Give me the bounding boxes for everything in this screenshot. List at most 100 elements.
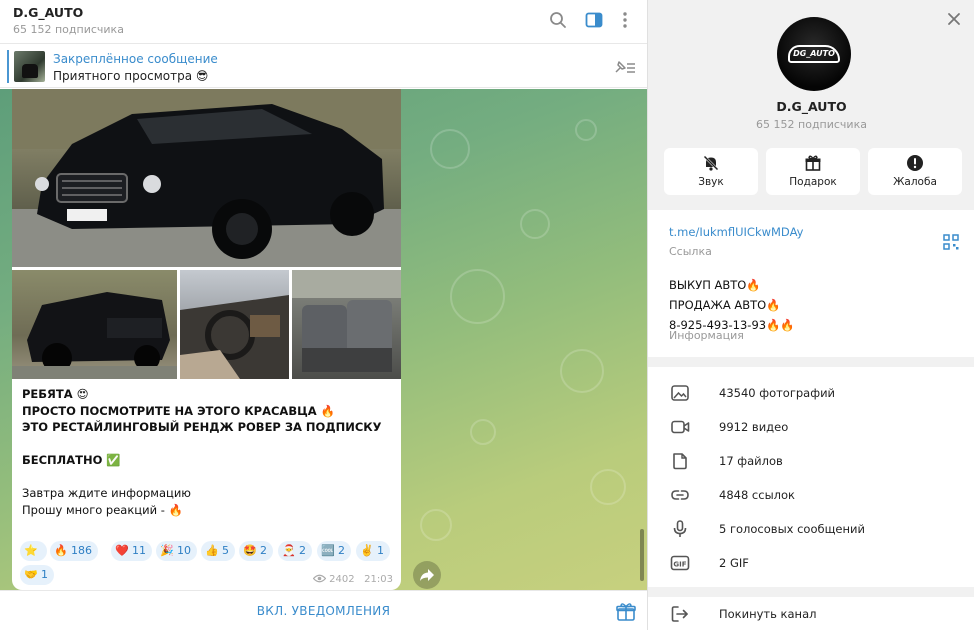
channel-avatar[interactable]: DG_AUTO <box>777 17 851 91</box>
leave-label: Покинуть канал <box>719 607 817 621</box>
mute-button[interactable]: Звук <box>664 148 758 195</box>
chat-scrollbar[interactable] <box>640 529 644 581</box>
reaction-victory[interactable]: ✌️ 1 <box>356 541 390 561</box>
reaction-count: 11 <box>132 544 146 557</box>
wallpaper-doodle <box>450 269 505 324</box>
gift-icon <box>805 155 821 171</box>
media-row-voice[interactable]: 5 голосовых сообщений <box>648 512 974 546</box>
enable-notifications-button[interactable]: ВКЛ. УВЕДОМЛЕНИЯ <box>0 604 647 618</box>
post-line: БЕСПЛАТНО ✅ <box>22 453 121 467</box>
reaction-santa[interactable]: 🎅 2 <box>278 541 312 561</box>
reaction-star[interactable]: ⭐ <box>20 541 47 561</box>
pinned-message-bar[interactable]: Закреплённое сообщение Приятного просмот… <box>0 45 647 88</box>
reaction-cool[interactable]: 🆒 2 <box>317 541 351 561</box>
channel-link[interactable]: t.me/IukmflUICkwMDAy <box>669 225 803 239</box>
files-count: 17 файлов <box>719 454 783 468</box>
leave-channel-button[interactable]: Покинуть канал <box>648 597 974 630</box>
channel-info-panel: DG_AUTO D.G_AUTO 65 152 подписчика Звук … <box>647 0 974 630</box>
media-row-links[interactable]: 4848 ссылок <box>648 478 974 512</box>
reaction-emoji: ✌️ <box>360 544 374 557</box>
reaction-emoji: 🤝 <box>24 568 38 581</box>
subscriber-count: 65 152 подписчика <box>13 23 124 36</box>
post-photo-rear[interactable] <box>12 270 177 379</box>
post-line: РЕБЯТА 😍 <box>22 387 89 401</box>
reaction-count: 1 <box>41 568 48 581</box>
report-button[interactable]: Жалоба <box>868 148 962 195</box>
reaction-emoji: 👍 <box>205 544 219 557</box>
qr-code-icon[interactable] <box>943 234 959 250</box>
reaction-count: 10 <box>177 544 191 557</box>
videos-count: 9912 видео <box>719 420 789 434</box>
reaction-fire[interactable]: 🔥 186 <box>50 541 98 561</box>
pinned-text: Приятного просмотра 😎 <box>53 69 209 83</box>
shared-media-list: 43540 фотографий 9912 видео 17 файлов 48… <box>648 367 974 587</box>
reaction-star-struck[interactable]: 🤩 2 <box>239 541 273 561</box>
share-arrow-icon <box>420 569 434 581</box>
reaction-count: 1 <box>377 544 384 557</box>
reaction-emoji: 🎅 <box>282 544 296 557</box>
search-icon[interactable] <box>548 10 568 30</box>
sidebar-toggle-icon[interactable] <box>584 10 604 30</box>
wallpaper-doodle <box>420 509 452 541</box>
media-row-videos[interactable]: 9912 видео <box>648 410 974 444</box>
wallpaper-doodle <box>520 209 550 239</box>
media-row-gif[interactable]: GIF 2 GIF <box>648 546 974 580</box>
gift-label: Подарок <box>789 176 837 188</box>
post-text: РЕБЯТА 😍 ПРОСТО ПОСМОТРИТЕ НА ЭТОГО КРАС… <box>22 386 382 518</box>
reaction-handshake[interactable]: 🤝 1 <box>20 565 54 585</box>
panel-subscriber-count: 65 152 подписчика <box>756 118 867 131</box>
gif-count: 2 GIF <box>719 556 749 570</box>
link-caption: Ссылка <box>669 245 712 258</box>
chat-header[interactable]: D.G_AUTO 65 152 подписчика <box>0 0 647 44</box>
channel-info-section: t.me/IukmflUICkwMDAy Ссылка ВЫКУП АВТО🔥 … <box>648 210 974 357</box>
avatar-logo-text: DG_AUTO <box>793 49 835 58</box>
reaction-count: 2 <box>260 544 267 557</box>
post-photo-seats[interactable] <box>292 270 401 379</box>
media-row-files[interactable]: 17 файлов <box>648 444 974 478</box>
wallpaper-doodle <box>575 119 597 141</box>
post-line: Завтра ждите информацию <box>22 486 191 500</box>
car-rear-image <box>12 292 177 379</box>
share-button[interactable] <box>413 561 441 589</box>
post-photo-main[interactable] <box>12 89 401 267</box>
gift-button[interactable]: Подарок <box>766 148 860 195</box>
car-seats-image <box>292 270 401 372</box>
channel-post[interactable]: РЕБЯТА 😍 ПРОСТО ПОСМОТРИТЕ НА ЭТОГО КРАС… <box>12 89 401 590</box>
reaction-emoji: 🎉 <box>160 544 174 557</box>
reaction-emoji: 🤩 <box>243 544 257 557</box>
media-row-photos[interactable]: 43540 фотографий <box>648 376 974 410</box>
wallpaper-doodle <box>560 349 604 393</box>
panel-header: DG_AUTO D.G_AUTO 65 152 подписчика Звук … <box>648 0 974 208</box>
channel-description: ВЫКУП АВТО🔥 ПРОДАЖА АВТО🔥 8-925-493-13-9… <box>669 278 795 332</box>
reaction-count: 5 <box>222 544 229 557</box>
reaction-party[interactable]: 🎉 10 <box>156 541 197 561</box>
chat-wallpaper: РЕБЯТА 😍 ПРОСТО ПОСМОТРИТЕ НА ЭТОГО КРАС… <box>0 89 647 590</box>
close-icon[interactable] <box>945 10 963 28</box>
view-count: 2402 <box>329 574 355 585</box>
panel-channel-name: D.G_AUTO <box>776 99 847 114</box>
report-label: Жалоба <box>893 176 937 188</box>
post-meta: 2402 21:03 <box>312 574 393 585</box>
reaction-count: 2 <box>299 544 306 557</box>
reaction-heart[interactable]: ❤️ 11 <box>111 541 152 561</box>
reaction-count: 2 <box>338 544 345 557</box>
svg-text:GIF: GIF <box>673 560 686 568</box>
reaction-emoji: ⭐ <box>24 544 38 557</box>
channel-title[interactable]: D.G_AUTO <box>13 5 83 20</box>
pinned-indicator <box>7 50 9 83</box>
post-time: 21:03 <box>364 574 393 585</box>
wallpaper-doodle <box>590 469 626 505</box>
reaction-emoji: 🔥 <box>54 544 68 557</box>
post-photo-dashboard[interactable] <box>180 270 289 379</box>
gift-icon[interactable] <box>615 601 637 623</box>
leave-icon <box>671 606 688 622</box>
post-line: Прошу много реакций - 🔥 <box>22 502 183 517</box>
more-menu-icon[interactable] <box>615 10 635 30</box>
video-icon <box>671 420 690 434</box>
description-caption: Информация <box>669 329 744 342</box>
pin-list-icon[interactable] <box>613 58 637 76</box>
links-count: 4848 ссылок <box>719 488 795 502</box>
reaction-thumbs-up[interactable]: 👍 5 <box>201 541 235 561</box>
wallpaper-doodle <box>470 419 496 445</box>
photo-icon <box>671 385 689 401</box>
